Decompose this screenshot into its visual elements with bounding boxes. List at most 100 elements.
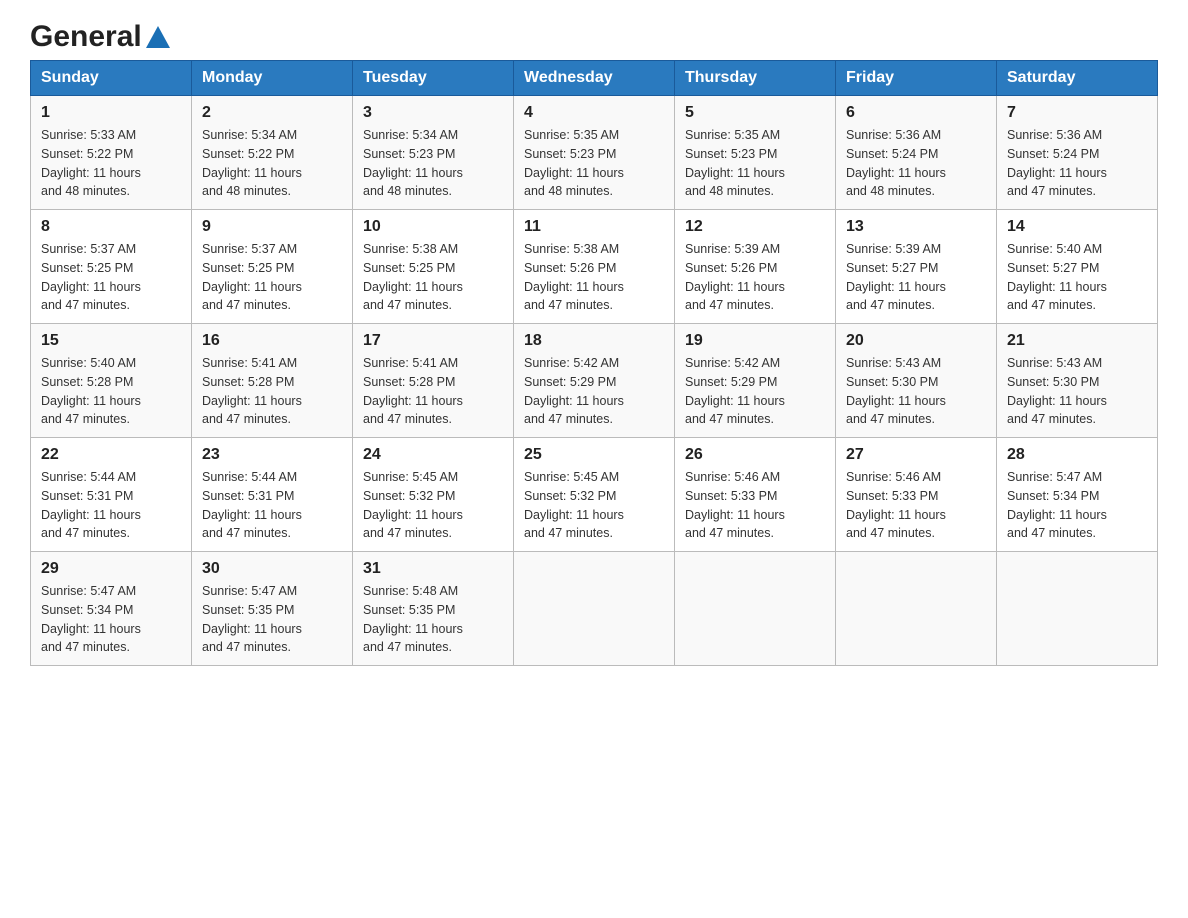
calendar-cell: 30 Sunrise: 5:47 AMSunset: 5:35 PMDayligh… — [192, 552, 353, 666]
day-info: Sunrise: 5:34 AMSunset: 5:22 PMDaylight:… — [202, 126, 342, 201]
day-number: 29 — [41, 560, 181, 578]
day-number: 14 — [1007, 218, 1147, 236]
day-info: Sunrise: 5:33 AMSunset: 5:22 PMDaylight:… — [41, 126, 181, 201]
calendar-cell: 5Sunrise: 5:35 AMSunset: 5:23 PMDaylight… — [675, 96, 836, 210]
calendar-cell: 3Sunrise: 5:34 AMSunset: 5:23 PMDaylight… — [353, 96, 514, 210]
column-header-tuesday: Tuesday — [353, 61, 514, 96]
calendar-cell: 14 Sunrise: 5:40 AMSunset: 5:27 PMDayligh… — [997, 210, 1158, 324]
day-info: Sunrise: 5:46 AMSunset: 5:33 PMDaylight:… — [846, 468, 986, 543]
calendar-week-row: 8Sunrise: 5:37 AMSunset: 5:25 PMDaylight… — [31, 210, 1158, 324]
day-number: 19 — [685, 332, 825, 350]
day-info: Sunrise: 5:35 AMSunset: 5:23 PMDaylight:… — [685, 126, 825, 201]
day-number: 6 — [846, 104, 986, 122]
calendar-week-row: 1 Sunrise: 5:33 AMSunset: 5:22 PMDaylight… — [31, 96, 1158, 210]
day-info: Sunrise: 5:44 AMSunset: 5:31 PMDaylight:… — [202, 468, 342, 543]
day-number: 7 — [1007, 104, 1147, 122]
day-info: Sunrise: 5:37 AMSunset: 5:25 PMDaylight:… — [202, 240, 342, 315]
day-info: Sunrise: 5:45 AMSunset: 5:32 PMDaylight:… — [363, 468, 503, 543]
day-number: 23 — [202, 446, 342, 464]
day-number: 26 — [685, 446, 825, 464]
day-number: 25 — [524, 446, 664, 464]
logo-general-text: General — [30, 20, 142, 54]
page-header: General — [30, 20, 1158, 50]
calendar-cell: 18Sunrise: 5:42 AMSunset: 5:29 PMDayligh… — [514, 324, 675, 438]
day-number: 31 — [363, 560, 503, 578]
day-info: Sunrise: 5:44 AMSunset: 5:31 PMDaylight:… — [41, 468, 181, 543]
day-number: 17 — [363, 332, 503, 350]
day-info: Sunrise: 5:43 AMSunset: 5:30 PMDaylight:… — [846, 354, 986, 429]
calendar-week-row: 22 Sunrise: 5:44 AMSunset: 5:31 PMDayligh… — [31, 438, 1158, 552]
day-number: 11 — [524, 218, 664, 236]
calendar-cell: 9 Sunrise: 5:37 AMSunset: 5:25 PMDaylight… — [192, 210, 353, 324]
day-number: 21 — [1007, 332, 1147, 350]
calendar-cell: 21 Sunrise: 5:43 AMSunset: 5:30 PMDayligh… — [997, 324, 1158, 438]
calendar-cell: 28 Sunrise: 5:47 AMSunset: 5:34 PMDayligh… — [997, 438, 1158, 552]
logo-triangle-icon — [144, 24, 172, 52]
day-info: Sunrise: 5:47 AMSunset: 5:34 PMDaylight:… — [41, 582, 181, 657]
calendar-cell: 8Sunrise: 5:37 AMSunset: 5:25 PMDaylight… — [31, 210, 192, 324]
day-info: Sunrise: 5:46 AMSunset: 5:33 PMDaylight:… — [685, 468, 825, 543]
day-number: 4 — [524, 104, 664, 122]
day-info: Sunrise: 5:38 AMSunset: 5:26 PMDaylight:… — [524, 240, 664, 315]
day-info: Sunrise: 5:40 AMSunset: 5:27 PMDaylight:… — [1007, 240, 1147, 315]
day-info: Sunrise: 5:36 AMSunset: 5:24 PMDaylight:… — [846, 126, 986, 201]
calendar-cell: 11 Sunrise: 5:38 AMSunset: 5:26 PMDayligh… — [514, 210, 675, 324]
column-header-saturday: Saturday — [997, 61, 1158, 96]
day-info: Sunrise: 5:39 AMSunset: 5:26 PMDaylight:… — [685, 240, 825, 315]
calendar-cell: 27 Sunrise: 5:46 AMSunset: 5:33 PMDayligh… — [836, 438, 997, 552]
day-number: 2 — [202, 104, 342, 122]
day-info: Sunrise: 5:48 AMSunset: 5:35 PMDaylight:… — [363, 582, 503, 657]
calendar-cell: 16Sunrise: 5:41 AMSunset: 5:28 PMDayligh… — [192, 324, 353, 438]
calendar-cell: 29 Sunrise: 5:47 AMSunset: 5:34 PMDayligh… — [31, 552, 192, 666]
day-info: Sunrise: 5:37 AMSunset: 5:25 PMDaylight:… — [41, 240, 181, 315]
day-number: 15 — [41, 332, 181, 350]
day-number: 27 — [846, 446, 986, 464]
day-info: Sunrise: 5:39 AMSunset: 5:27 PMDaylight:… — [846, 240, 986, 315]
calendar-cell: 10 Sunrise: 5:38 AMSunset: 5:25 PMDayligh… — [353, 210, 514, 324]
calendar-cell: 26 Sunrise: 5:46 AMSunset: 5:33 PMDayligh… — [675, 438, 836, 552]
calendar-cell: 20 Sunrise: 5:43 AMSunset: 5:30 PMDayligh… — [836, 324, 997, 438]
calendar-cell: 31 Sunrise: 5:48 AMSunset: 5:35 PMDayligh… — [353, 552, 514, 666]
day-info: Sunrise: 5:45 AMSunset: 5:32 PMDaylight:… — [524, 468, 664, 543]
column-header-friday: Friday — [836, 61, 997, 96]
day-info: Sunrise: 5:38 AMSunset: 5:25 PMDaylight:… — [363, 240, 503, 315]
calendar-cell: 17 Sunrise: 5:41 AMSunset: 5:28 PMDayligh… — [353, 324, 514, 438]
calendar-cell: 1 Sunrise: 5:33 AMSunset: 5:22 PMDaylight… — [31, 96, 192, 210]
logo-row: General — [30, 20, 172, 54]
day-number: 3 — [363, 104, 503, 122]
calendar-cell — [675, 552, 836, 666]
day-info: Sunrise: 5:42 AMSunset: 5:29 PMDaylight:… — [685, 354, 825, 429]
day-info: Sunrise: 5:41 AMSunset: 5:28 PMDaylight:… — [202, 354, 342, 429]
calendar-cell — [997, 552, 1158, 666]
day-number: 18 — [524, 332, 664, 350]
column-header-thursday: Thursday — [675, 61, 836, 96]
calendar-cell: 7 Sunrise: 5:36 AMSunset: 5:24 PMDaylight… — [997, 96, 1158, 210]
day-number: 28 — [1007, 446, 1147, 464]
day-info: Sunrise: 5:43 AMSunset: 5:30 PMDaylight:… — [1007, 354, 1147, 429]
day-number: 22 — [41, 446, 181, 464]
calendar-cell: 4Sunrise: 5:35 AMSunset: 5:23 PMDaylight… — [514, 96, 675, 210]
calendar-header-row: SundayMondayTuesdayWednesdayThursdayFrid… — [31, 61, 1158, 96]
calendar-week-row: 29 Sunrise: 5:47 AMSunset: 5:34 PMDayligh… — [31, 552, 1158, 666]
calendar-cell — [836, 552, 997, 666]
day-number: 30 — [202, 560, 342, 578]
day-number: 1 — [41, 104, 181, 122]
calendar-cell: 15 Sunrise: 5:40 AMSunset: 5:28 PMDayligh… — [31, 324, 192, 438]
column-header-wednesday: Wednesday — [514, 61, 675, 96]
day-number: 12 — [685, 218, 825, 236]
day-info: Sunrise: 5:41 AMSunset: 5:28 PMDaylight:… — [363, 354, 503, 429]
calendar-cell: 12 Sunrise: 5:39 AMSunset: 5:26 PMDayligh… — [675, 210, 836, 324]
calendar-cell: 2 Sunrise: 5:34 AMSunset: 5:22 PMDaylight… — [192, 96, 353, 210]
day-info: Sunrise: 5:47 AMSunset: 5:34 PMDaylight:… — [1007, 468, 1147, 543]
logo: General — [30, 20, 172, 50]
calendar-cell — [514, 552, 675, 666]
day-number: 9 — [202, 218, 342, 236]
calendar-cell: 24 Sunrise: 5:45 AMSunset: 5:32 PMDayligh… — [353, 438, 514, 552]
day-number: 24 — [363, 446, 503, 464]
day-number: 20 — [846, 332, 986, 350]
day-info: Sunrise: 5:36 AMSunset: 5:24 PMDaylight:… — [1007, 126, 1147, 201]
day-info: Sunrise: 5:40 AMSunset: 5:28 PMDaylight:… — [41, 354, 181, 429]
column-header-sunday: Sunday — [31, 61, 192, 96]
day-info: Sunrise: 5:47 AMSunset: 5:35 PMDaylight:… — [202, 582, 342, 657]
day-number: 10 — [363, 218, 503, 236]
